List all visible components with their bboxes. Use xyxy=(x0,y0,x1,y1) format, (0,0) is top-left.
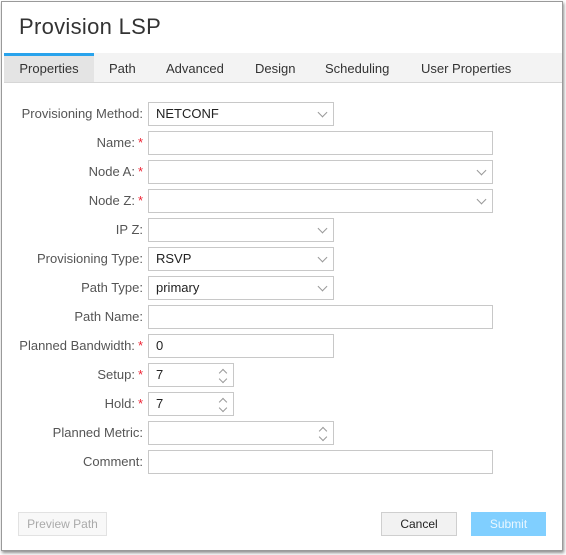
tab-advanced[interactable]: Advanced xyxy=(166,53,224,82)
setup-value: 7 xyxy=(156,367,164,382)
tab-properties[interactable]: Properties xyxy=(4,53,94,82)
row-path-type: Path Type: primary xyxy=(0,276,566,300)
planned-bandwidth-input[interactable]: 0 xyxy=(148,334,334,358)
name-label: Name: * xyxy=(97,131,143,155)
provisioning-type-select[interactable]: RSVP xyxy=(148,247,334,271)
required-marker: * xyxy=(137,135,143,150)
required-marker: * xyxy=(137,396,143,411)
ip-z-label: IP Z: xyxy=(115,222,143,237)
name-input[interactable] xyxy=(148,131,493,155)
provisioning-method-label: Provisioning Method: xyxy=(21,106,143,121)
row-hold: Hold: * 7 xyxy=(0,392,566,416)
provisioning-method-select[interactable]: NETCONF xyxy=(148,102,334,126)
row-name: Name: * xyxy=(0,131,566,155)
path-type-label: Path Type: xyxy=(81,280,143,295)
submit-button[interactable]: Submit xyxy=(471,512,546,536)
node-a-select[interactable] xyxy=(148,160,493,184)
row-path-name: Path Name: xyxy=(0,305,566,329)
planned-bandwidth-label: Planned Bandwidth: * xyxy=(19,334,143,358)
row-planned-metric: Planned Metric: xyxy=(0,421,566,445)
row-node-z: Node Z: * xyxy=(0,189,566,213)
row-comment: Comment: xyxy=(0,450,566,474)
cancel-button[interactable]: Cancel xyxy=(381,512,457,536)
hold-value: 7 xyxy=(156,396,164,411)
chevron-down-icon xyxy=(317,252,328,263)
spinner-arrows-icon[interactable] xyxy=(218,396,227,413)
node-a-label: Node A: * xyxy=(89,160,143,184)
chevron-down-icon xyxy=(317,281,328,292)
provisioning-type-label: Provisioning Type: xyxy=(37,251,143,266)
setup-spinner[interactable]: 7 xyxy=(148,363,234,387)
dialog-title: Provision LSP xyxy=(19,14,162,39)
spinner-arrows-icon[interactable] xyxy=(318,425,327,442)
row-provisioning-method: Provisioning Method: NETCONF xyxy=(0,102,566,126)
row-node-a: Node A: * xyxy=(0,160,566,184)
path-type-value: primary xyxy=(156,280,200,295)
chevron-down-icon xyxy=(476,194,487,205)
path-type-select[interactable]: primary xyxy=(148,276,334,300)
tab-scheduling[interactable]: Scheduling xyxy=(325,53,389,82)
comment-input[interactable] xyxy=(148,450,493,474)
provisioning-method-value: NETCONF xyxy=(156,106,219,121)
tab-design[interactable]: Design xyxy=(255,53,295,82)
comment-label: Comment: xyxy=(83,454,143,469)
tab-user-properties[interactable]: User Properties xyxy=(421,53,511,82)
chevron-down-icon xyxy=(317,107,328,118)
planned-metric-label: Planned Metric: xyxy=(52,425,143,440)
spinner-arrows-icon[interactable] xyxy=(218,367,227,384)
tab-path[interactable]: Path xyxy=(109,53,136,82)
row-planned-bandwidth: Planned Bandwidth: * 0 xyxy=(0,334,566,358)
preview-path-button[interactable]: Preview Path xyxy=(18,512,107,536)
setup-label-text: Setup: xyxy=(97,367,135,382)
path-name-label: Path Name: xyxy=(74,309,143,324)
setup-label: Setup: * xyxy=(97,363,143,387)
required-marker: * xyxy=(137,367,143,382)
chevron-down-icon xyxy=(476,165,487,176)
row-provisioning-type: Provisioning Type: RSVP xyxy=(0,247,566,271)
chevron-down-icon xyxy=(317,223,328,234)
row-setup: Setup: * 7 xyxy=(0,363,566,387)
ip-z-select[interactable] xyxy=(148,218,334,242)
node-z-label: Node Z: * xyxy=(89,189,143,213)
required-marker: * xyxy=(137,164,143,179)
provisioning-type-value: RSVP xyxy=(156,251,192,266)
required-marker: * xyxy=(137,338,143,353)
planned-metric-spinner[interactable] xyxy=(148,421,334,445)
node-z-select[interactable] xyxy=(148,189,493,213)
tab-bar: Properties Path Advanced Design Scheduli… xyxy=(4,53,562,83)
row-ip-z: IP Z: xyxy=(0,218,566,242)
hold-label-text: Hold: xyxy=(104,396,135,411)
path-name-input[interactable] xyxy=(148,305,493,329)
hold-spinner[interactable]: 7 xyxy=(148,392,234,416)
planned-bandwidth-label-text: Planned Bandwidth: xyxy=(19,338,135,353)
name-label-text: Name: xyxy=(96,135,135,150)
node-z-label-text: Node Z: xyxy=(88,193,135,208)
hold-label: Hold: * xyxy=(105,392,143,416)
required-marker: * xyxy=(137,193,143,208)
node-a-label-text: Node A: xyxy=(88,164,135,179)
